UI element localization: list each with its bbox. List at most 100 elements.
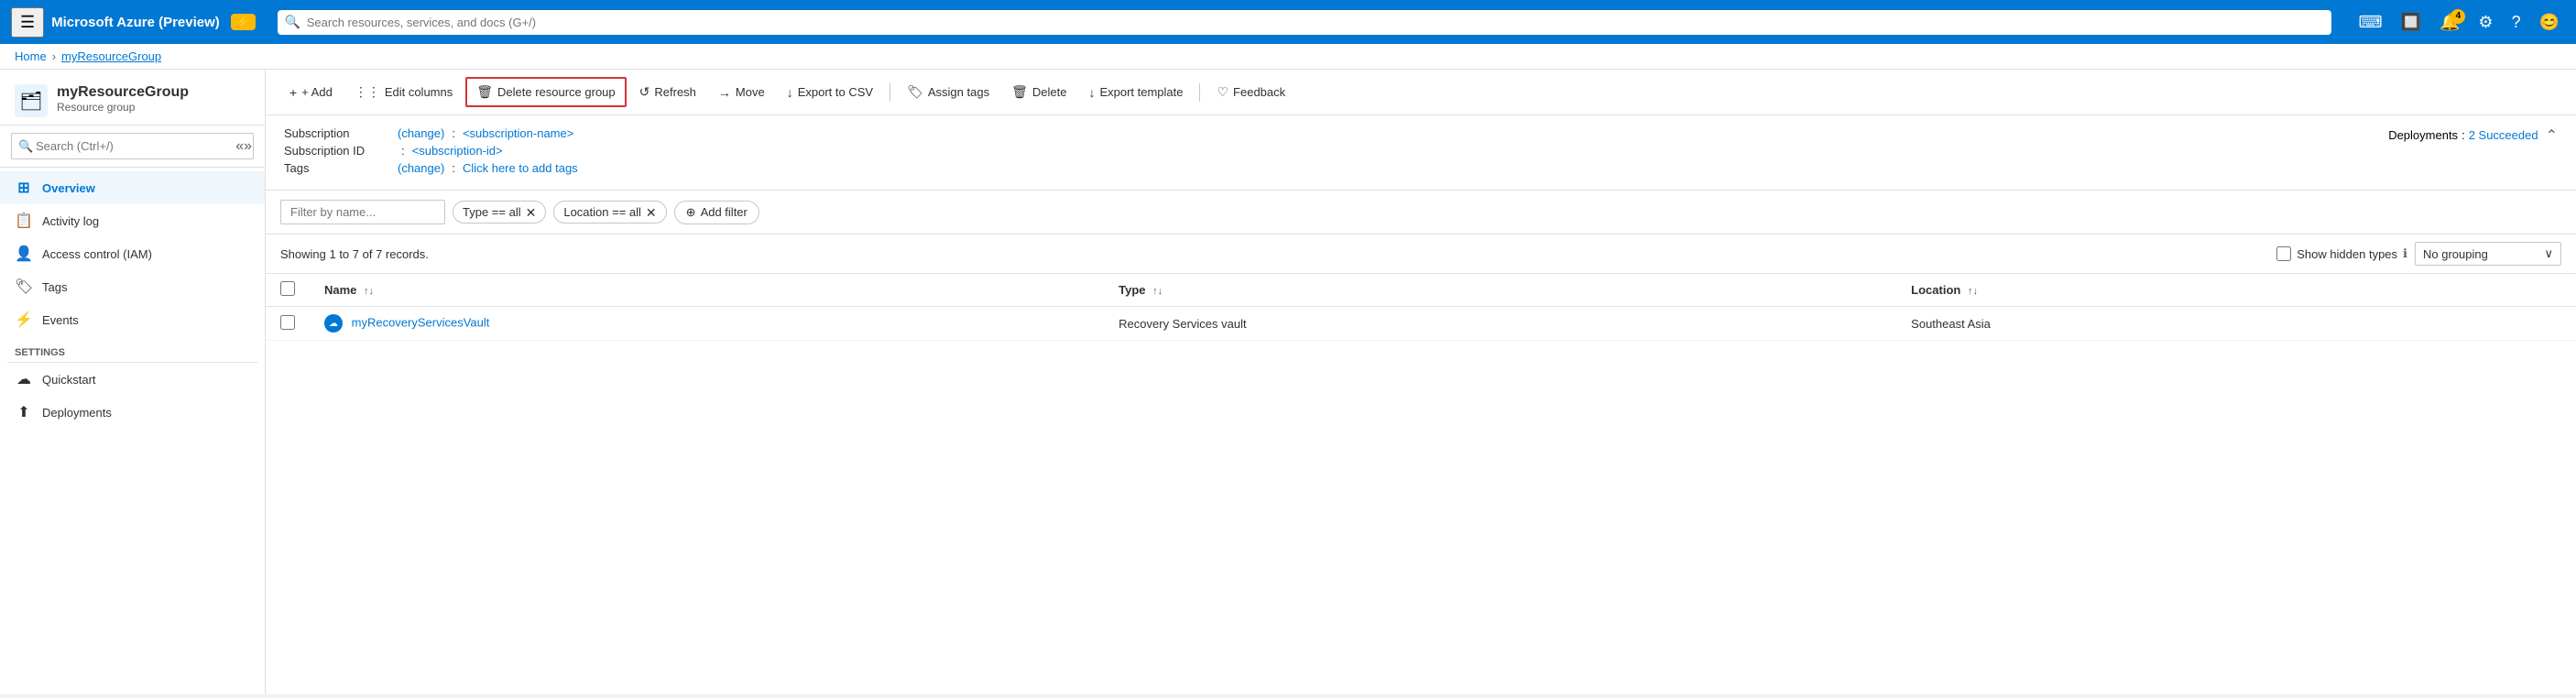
subscription-id-row: Subscription ID : <subscription-id> [284,144,578,158]
help-icon-button[interactable]: ? [2506,9,2527,36]
quickstart-icon: ☁ [15,370,33,388]
edit-columns-button[interactable]: ⋮⋮ Edit columns [345,79,462,105]
th-type-label: Type [1119,283,1145,297]
move-button[interactable]: → Move [709,80,774,105]
details-collapse-button[interactable]: ⌃ [2546,126,2558,145]
type-sort-icon[interactable]: ↑↓ [1152,286,1162,297]
assign-tags-label: Assign tags [928,85,989,99]
table-container: Name ↑↓ Type ↑↓ Location ↑↓ [266,274,2576,694]
th-location-label: Location [1911,283,1960,297]
row-name-link[interactable]: myRecoveryServicesVault [352,315,490,329]
tags-change-link[interactable]: (change) [398,161,444,175]
sidebar-resource-header: 🗂 myResourceGroup Resource group [0,70,265,125]
account-icon-button[interactable]: 😊 [2534,9,2565,36]
grouping-select[interactable]: No grouping ∨ [2415,242,2561,266]
hamburger-menu-button[interactable]: ☰ [11,7,44,38]
subscription-id-value[interactable]: <subscription-id> [412,144,503,158]
breadcrumb-separator: › [52,49,56,63]
sidebar-item-activity-log[interactable]: 📋 Activity log [0,204,265,237]
subscription-label: Subscription [284,126,394,140]
type-filter-label: Type == all [463,205,521,219]
delete-label: Delete [1032,85,1067,99]
table-header-row: Name ↑↓ Type ↑↓ Location ↑↓ [266,274,2576,307]
breadcrumb-resource-group[interactable]: myResourceGroup [61,49,161,63]
refresh-button[interactable]: ↺ Refresh [630,79,705,105]
delete-button[interactable]: 🗑 Delete [1002,79,1075,105]
overview-icon: ⊞ [15,179,33,197]
export-template-button[interactable]: ↓ Export template [1079,80,1192,105]
toolbar-separator-2 [1199,83,1200,102]
show-hidden-checkbox[interactable] [2276,246,2291,261]
delete-resource-group-button[interactable]: 🗑 Delete resource group [465,77,626,107]
filter-by-name-input[interactable] [280,200,445,224]
notifications-icon-button[interactable]: 🔔 4 [2434,9,2465,36]
directory-icon-button[interactable]: 🔲 [2396,9,2427,36]
row-checkbox[interactable] [280,315,295,330]
type-filter-close-button[interactable]: ✕ [526,206,537,219]
export-csv-label: Export to CSV [798,85,873,99]
add-button[interactable]: + + Add [280,80,342,105]
table-body: ☁ myRecoveryServicesVault Recovery Servi… [266,307,2576,341]
deployments-count[interactable]: 2 Succeeded [2469,128,2538,142]
sidebar-item-events[interactable]: ⚡ Events [0,303,265,336]
show-hidden-info-icon: ℹ [2403,246,2407,261]
sidebar-item-deployments[interactable]: ⬆ Deployments [0,396,265,429]
tags-icon: 🏷 [15,278,33,296]
export-csv-button[interactable]: ↓ Export to CSV [778,80,882,105]
resource-group-title: myResourceGroup [57,84,189,101]
top-navbar: ☰ Microsoft Azure (Preview) ⚡ 🔍 ⌨ 🔲 🔔 4 … [0,0,2576,44]
assign-tags-button[interactable]: 🏷 Assign tags [898,79,999,105]
resource-info: myResourceGroup Resource group [57,84,189,114]
assign-tags-icon: 🏷 [907,84,923,100]
subscription-row: Subscription (change) : <subscription-na… [284,126,578,140]
global-search-input[interactable] [278,10,2331,35]
tags-row: Tags (change) : Click here to add tags [284,161,578,175]
add-filter-button[interactable]: ⊕ Add filter [674,201,759,224]
notifications-badge: 4 [2450,9,2465,24]
row-name-cell: ☁ myRecoveryServicesVault [310,307,1104,341]
subscription-id-label: Subscription ID [284,144,394,158]
sidebar-item-quickstart-label: Quickstart [42,373,96,387]
subscription-value[interactable]: <subscription-name> [463,126,573,140]
sidebar-item-quickstart[interactable]: ☁ Quickstart [0,363,265,396]
location-filter-close-button[interactable]: ✕ [646,206,657,219]
add-filter-icon: ⊕ [686,205,696,220]
sidebar-search-input[interactable] [11,133,254,159]
location-sort-icon[interactable]: ↑↓ [1968,286,1978,297]
deployments-icon: ⬆ [15,403,33,421]
sidebar: 🗂 myResourceGroup Resource group 🔍 «» ⊞ … [0,70,266,694]
access-control-icon: 👤 [15,245,33,263]
sidebar-item-overview[interactable]: ⊞ Overview [0,171,265,204]
export-template-label: Export template [1099,85,1183,99]
settings-icon-button[interactable]: ⚙ [2472,9,2498,36]
type-filter-tag[interactable]: Type == all ✕ [453,201,546,224]
search-icon: 🔍 [285,15,300,30]
show-hidden-text: Show hidden types [2297,247,2397,261]
select-all-checkbox[interactable] [280,281,295,296]
resources-table: Name ↑↓ Type ↑↓ Location ↑↓ [266,274,2576,341]
sidebar-item-deployments-label: Deployments [42,406,112,420]
sidebar-collapse-button[interactable]: «» [235,138,252,155]
name-sort-icon[interactable]: ↑↓ [364,286,374,297]
grouping-label: No grouping [2423,247,2488,261]
breadcrumb-home[interactable]: Home [15,49,47,63]
sidebar-search-container: 🔍 «» [0,125,265,168]
feedback-label: Feedback [1233,85,1285,99]
sidebar-item-tags[interactable]: 🏷 Tags [0,270,265,303]
refresh-icon: ↺ [639,84,650,100]
grouping-chevron-icon: ∨ [2544,246,2553,261]
sidebar-item-access-control[interactable]: 👤 Access control (IAM) [0,237,265,270]
location-filter-tag[interactable]: Location == all ✕ [553,201,666,224]
tags-value[interactable]: Click here to add tags [463,161,578,175]
resource-details: Subscription (change) : <subscription-na… [266,115,2576,191]
records-count: Showing 1 to 7 of 7 records. [280,247,2269,261]
terminal-icon-button[interactable]: ⌨ [2353,9,2388,36]
filter-bar: Type == all ✕ Location == all ✕ ⊕ Add fi… [266,191,2576,234]
subscription-change-link[interactable]: (change) [398,126,444,140]
details-deployments-container: Subscription (change) : <subscription-na… [284,126,2558,179]
events-icon: ⚡ [15,311,33,329]
feedback-icon: ♡ [1217,84,1228,100]
details-right: Deployments : 2 Succeeded ⌃ [2388,126,2558,179]
subscription-id-sep: : [401,144,405,158]
feedback-button[interactable]: ♡ Feedback [1207,79,1294,105]
